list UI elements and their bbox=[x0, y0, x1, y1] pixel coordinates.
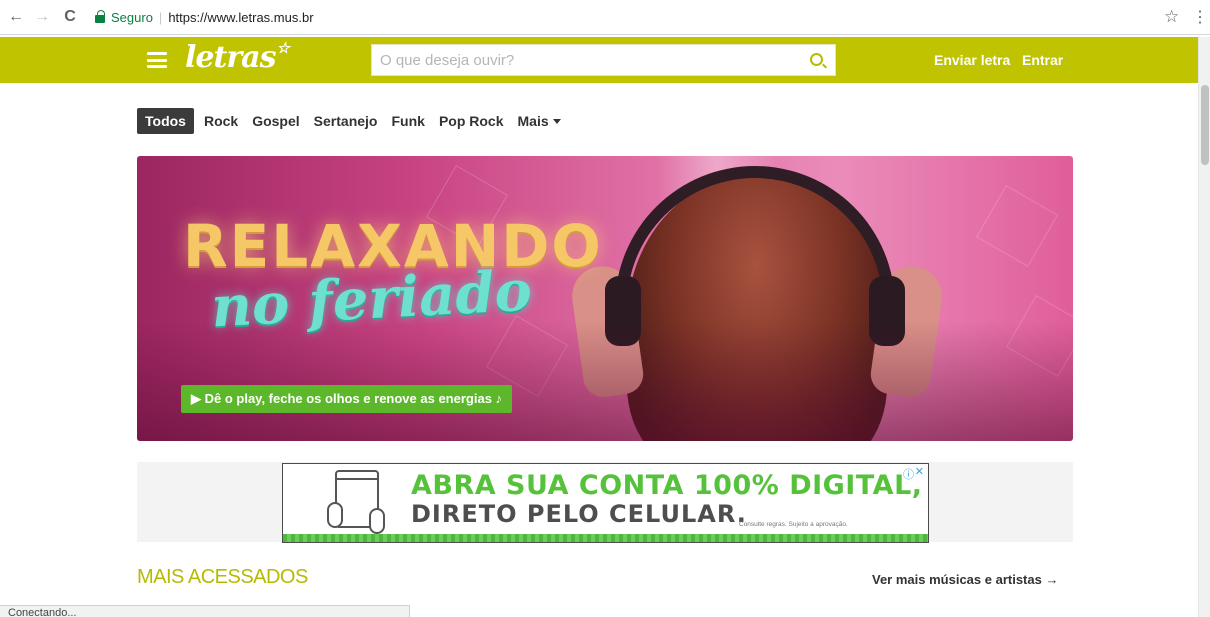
caret-down-icon bbox=[552, 119, 561, 124]
page-scrollbar[interactable] bbox=[1198, 37, 1210, 617]
site-header: letras☆ Enviar letra Entrar bbox=[0, 37, 1198, 83]
hero-play-button[interactable]: ▶ Dê o play, feche os olhos e renove as … bbox=[181, 385, 513, 413]
lock-icon bbox=[95, 9, 105, 23]
forward-icon[interactable]: → bbox=[32, 7, 52, 27]
ad-info-icon[interactable]: ⓘ bbox=[903, 466, 914, 482]
tab-todos[interactable]: Todos bbox=[137, 108, 194, 134]
tab-rock[interactable]: Rock bbox=[204, 108, 238, 134]
search-input[interactable] bbox=[372, 45, 792, 75]
page: ← → C Seguro | https://www.letras.mus.br… bbox=[0, 0, 1210, 617]
scrollbar-thumb[interactable] bbox=[1201, 85, 1209, 165]
hero-banner[interactable]: RELAXANDO no feriado ▶ Dê o play, feche … bbox=[137, 156, 1073, 441]
genre-tabs: Todos Rock Gospel Sertanejo Funk Pop Roc… bbox=[137, 108, 575, 134]
back-icon[interactable]: ← bbox=[6, 7, 26, 27]
hamburger-menu-icon[interactable] bbox=[147, 52, 167, 68]
section-title: MAIS ACESSADOS bbox=[137, 566, 308, 588]
browser-status-bar: Conectando... bbox=[0, 605, 410, 617]
bookmark-star-icon[interactable]: ☆ bbox=[1164, 7, 1179, 27]
tab-pop-rock[interactable]: Pop Rock bbox=[439, 108, 504, 134]
hero-shade bbox=[137, 321, 1073, 441]
hand-icon bbox=[369, 508, 385, 534]
search-box bbox=[371, 44, 836, 76]
secure-label: Seguro bbox=[111, 9, 153, 25]
tab-funk[interactable]: Funk bbox=[391, 108, 424, 134]
letras-logo[interactable]: letras☆ bbox=[185, 39, 290, 75]
ad-bottom-strip bbox=[283, 534, 928, 542]
tab-mais[interactable]: Mais bbox=[518, 108, 561, 134]
ad-container: ABRA SUA CONTA 100% DIGITAL, DIRETO PELO… bbox=[137, 462, 1073, 543]
ad-subheadline: DIRETO PELO CELULAR. bbox=[411, 500, 747, 528]
address-bar[interactable]: Seguro | https://www.letras.mus.br bbox=[95, 4, 1180, 30]
tab-mais-label: Mais bbox=[517, 113, 549, 129]
ad-headline: ABRA SUA CONTA 100% DIGITAL, bbox=[411, 470, 923, 501]
phone-icon-line bbox=[335, 478, 379, 480]
tab-sertanejo[interactable]: Sertanejo bbox=[314, 108, 378, 134]
browser-menu-icon[interactable]: ⋮ bbox=[1192, 7, 1208, 27]
see-more-link[interactable]: Ver mais músicas e artistas → bbox=[872, 572, 1058, 587]
submit-lyrics-link[interactable]: Enviar letra bbox=[934, 52, 1010, 68]
search-icon[interactable] bbox=[810, 53, 823, 66]
url-text[interactable]: https://www.letras.mus.br bbox=[168, 10, 313, 25]
hexagon-decoration bbox=[976, 185, 1058, 267]
browser-toolbar: ← → C Seguro | https://www.letras.mus.br… bbox=[0, 0, 1210, 35]
ad-close-icon[interactable]: ✕ bbox=[915, 465, 924, 478]
tab-gospel[interactable]: Gospel bbox=[252, 108, 299, 134]
hand-icon bbox=[327, 502, 343, 528]
ad-banner[interactable]: ABRA SUA CONTA 100% DIGITAL, DIRETO PELO… bbox=[282, 463, 929, 543]
url-separator: | bbox=[158, 9, 163, 25]
reload-icon[interactable]: C bbox=[60, 7, 80, 27]
login-link[interactable]: Entrar bbox=[1022, 52, 1063, 68]
ad-fine-print: Consulte regras. Sujeito a aprovação. bbox=[739, 521, 848, 528]
